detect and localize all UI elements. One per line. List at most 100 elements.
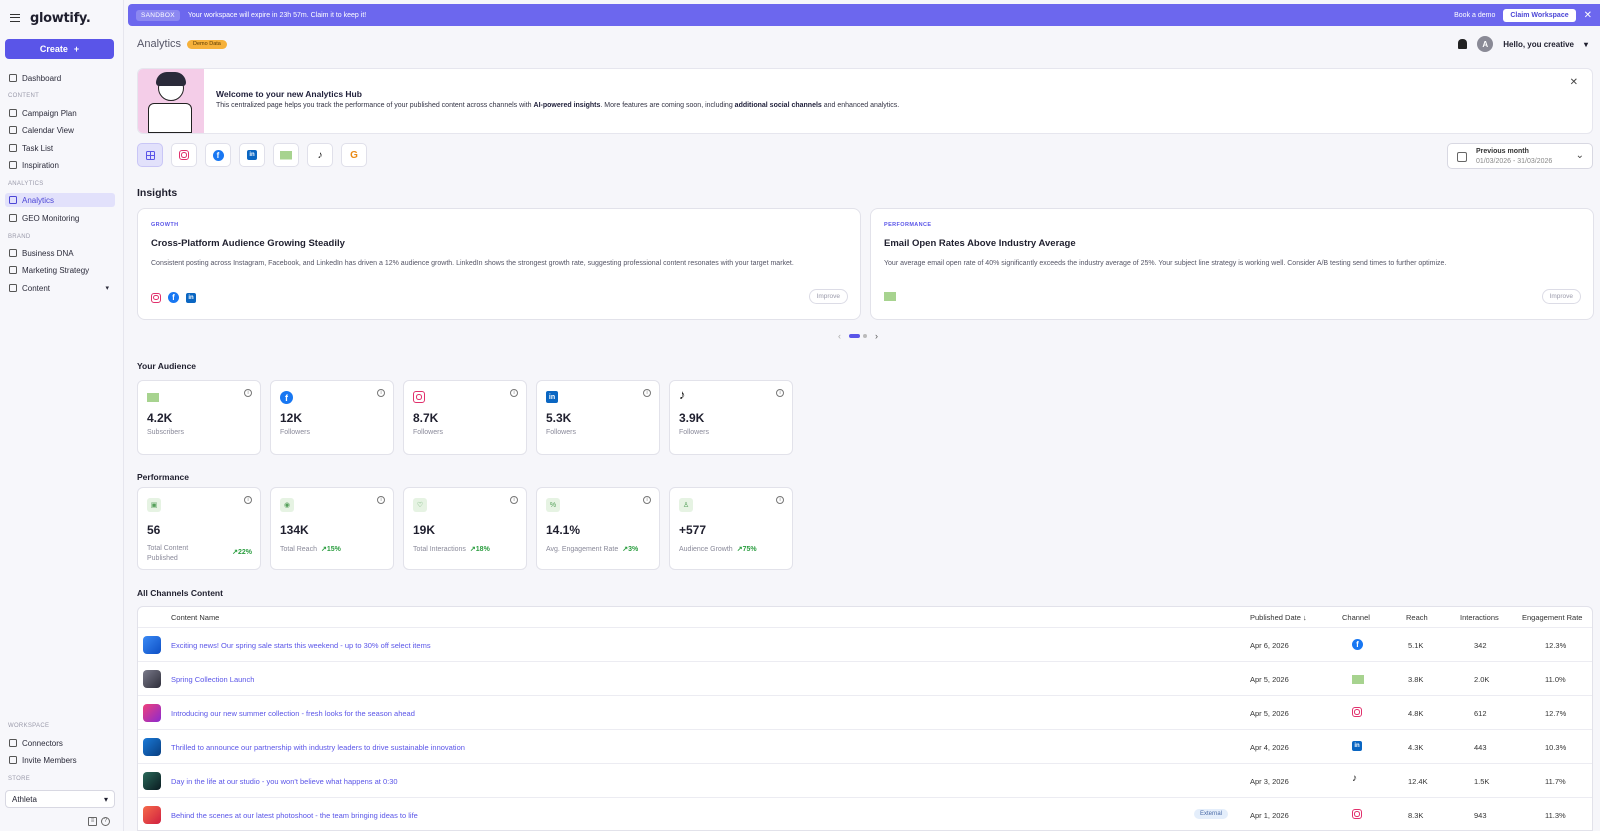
content-name-link[interactable]: Introducing our new summer collection - …: [171, 709, 415, 718]
channel-filter-tiktok[interactable]: ♪: [307, 143, 333, 167]
sidebar-item-inspiration[interactable]: Inspiration: [5, 158, 115, 172]
column-header-interactions[interactable]: Interactions: [1460, 613, 1499, 622]
column-header-published-date[interactable]: Published Date ↓: [1250, 613, 1307, 622]
info-icon[interactable]: i: [377, 389, 385, 397]
create-button[interactable]: Create +: [5, 39, 114, 59]
section-label-store: STORE: [8, 776, 31, 782]
stat-value: +577: [679, 523, 707, 537]
performance-card: ◉ i 134K Total Reach ↗15%: [270, 487, 394, 570]
date-range-label: Previous month: [1476, 148, 1529, 155]
table-row[interactable]: Day in the life at our studio - you won'…: [138, 763, 1592, 797]
claim-workspace-button[interactable]: Claim Workspace: [1503, 8, 1576, 22]
sidebar-item-analytics[interactable]: Analytics: [5, 193, 115, 207]
channel-filter-email[interactable]: [273, 143, 299, 167]
table-row[interactable]: Spring Collection Launch Apr 5, 2026 3.8…: [138, 661, 1592, 695]
content-thumbnail: [143, 806, 161, 824]
table-row[interactable]: Thrilled to announce our partnership wit…: [138, 729, 1592, 763]
info-icon[interactable]: i: [244, 389, 252, 397]
demo-data-badge: Demo Data: [187, 39, 227, 49]
sidebar-item-calendar-view[interactable]: Calendar View: [5, 123, 115, 137]
pager-dot-active[interactable]: [849, 334, 860, 338]
channel-filter-facebook[interactable]: f: [205, 143, 231, 167]
content-icon: ▣: [147, 498, 161, 512]
published-date: Apr 4, 2026: [1250, 743, 1289, 752]
content-name-link[interactable]: Spring Collection Launch: [171, 675, 254, 684]
content-name-link[interactable]: Behind the scenes at our latest photosho…: [171, 811, 418, 820]
sidebar-item-task-list[interactable]: Task List: [5, 141, 115, 155]
insight-title: Email Open Rates Above Industry Average: [884, 238, 1076, 249]
user-greeting[interactable]: Hello, you creative: [1503, 40, 1574, 49]
feedback-icon[interactable]: ≡: [88, 817, 97, 826]
menu-icon[interactable]: [10, 14, 20, 22]
pager-dot[interactable]: [863, 334, 867, 338]
close-icon[interactable]: ✕: [1570, 77, 1578, 88]
sidebar-item-connectors[interactable]: Connectors: [5, 736, 115, 750]
chevron-left-icon[interactable]: ‹: [838, 331, 841, 341]
sandbox-tag: SANDBOX: [136, 9, 180, 21]
checklist-icon: [9, 144, 17, 152]
info-icon[interactable]: i: [244, 496, 252, 504]
bell-icon[interactable]: [1458, 39, 1468, 49]
book-demo-link[interactable]: Book a demo: [1454, 12, 1495, 19]
sidebar-item-geo-monitoring[interactable]: GEO Monitoring: [5, 211, 115, 225]
column-header-reach[interactable]: Reach: [1406, 613, 1428, 622]
help-icon[interactable]: ?: [101, 817, 110, 826]
column-header-content-name[interactable]: Content Name: [171, 613, 219, 622]
channel-filter-instagram[interactable]: [171, 143, 197, 167]
avatar[interactable]: A: [1477, 36, 1494, 52]
stat-label: Subscribers: [147, 429, 184, 436]
engagement-value: 10.3%: [1545, 743, 1567, 752]
info-icon[interactable]: i: [643, 389, 651, 397]
sidebar-item-marketing-strategy[interactable]: Marketing Strategy: [5, 263, 115, 277]
sidebar-item-content[interactable]: Content ▾: [5, 281, 115, 295]
sidebar-item-label: Task List: [22, 143, 54, 153]
channel-filter-linkedin[interactable]: in: [239, 143, 265, 167]
section-label-content: CONTENT: [8, 93, 40, 99]
table-row[interactable]: Behind the scenes at our latest photosho…: [138, 797, 1592, 830]
sidebar-item-label: Content: [22, 283, 51, 293]
lightbulb-icon: [9, 161, 17, 169]
sidebar-item-campaign-plan[interactable]: Campaign Plan: [5, 106, 115, 120]
illustration-hair: [156, 72, 186, 86]
sidebar-item-label: Business DNA: [22, 248, 74, 258]
chevron-down-icon[interactable]: ▾: [1584, 40, 1588, 49]
stat-value: 14.1%: [546, 523, 581, 537]
chevron-right-icon[interactable]: ›: [875, 331, 878, 341]
sidebar-footer: ≡ ?: [88, 817, 110, 826]
content-thumbnail: [143, 636, 161, 654]
info-icon[interactable]: i: [510, 389, 518, 397]
channel-filter-all[interactable]: [137, 143, 163, 167]
store-select[interactable]: Athleta ▾: [5, 790, 115, 808]
info-icon[interactable]: i: [776, 389, 784, 397]
facebook-icon: f: [280, 391, 293, 404]
channel-filter-google[interactable]: G: [341, 143, 367, 167]
content-name-link[interactable]: Day in the life at our studio - you won'…: [171, 777, 398, 786]
content-name-link[interactable]: Exciting news! Our spring sale starts th…: [171, 641, 431, 650]
published-date: Apr 1, 2026: [1250, 811, 1289, 820]
sidebar-item-dashboard[interactable]: Dashboard: [5, 71, 115, 85]
stat-label: Avg. Engagement Rate: [546, 546, 619, 553]
stat-value: 5.3K: [546, 411, 572, 425]
interactions-icon: ♡: [413, 498, 427, 512]
info-icon[interactable]: i: [510, 496, 518, 504]
close-icon[interactable]: ✕: [1584, 10, 1592, 21]
stat-label: Total Interactions: [413, 546, 466, 553]
section-label-workspace: WORKSPACE: [8, 723, 50, 729]
sidebar-item-business-dna[interactable]: Business DNA: [5, 246, 115, 260]
content-thumbnail: [143, 772, 161, 790]
info-icon[interactable]: i: [377, 496, 385, 504]
sidebar-item-label: Calendar View: [22, 125, 74, 135]
improve-button[interactable]: Improve: [1541, 289, 1581, 304]
info-icon[interactable]: i: [776, 496, 784, 504]
sidebar-item-invite-members[interactable]: Invite Members: [5, 753, 115, 767]
table-row[interactable]: Introducing our new summer collection - …: [138, 695, 1592, 729]
column-header-engagement-rate[interactable]: Engagement Rate: [1522, 613, 1582, 622]
info-icon[interactable]: i: [643, 496, 651, 504]
improve-button[interactable]: Improve: [808, 289, 848, 304]
column-header-channel[interactable]: Channel: [1342, 613, 1370, 622]
date-range-picker[interactable]: Previous month 01/03/2026 - 31/03/2026 ⌄: [1447, 143, 1593, 169]
linkedin-icon: in: [1352, 741, 1362, 751]
table-row[interactable]: Exciting news! Our spring sale starts th…: [138, 627, 1592, 661]
content-name-link[interactable]: Thrilled to announce our partnership wit…: [171, 743, 465, 752]
content-thumbnail: [143, 670, 161, 688]
